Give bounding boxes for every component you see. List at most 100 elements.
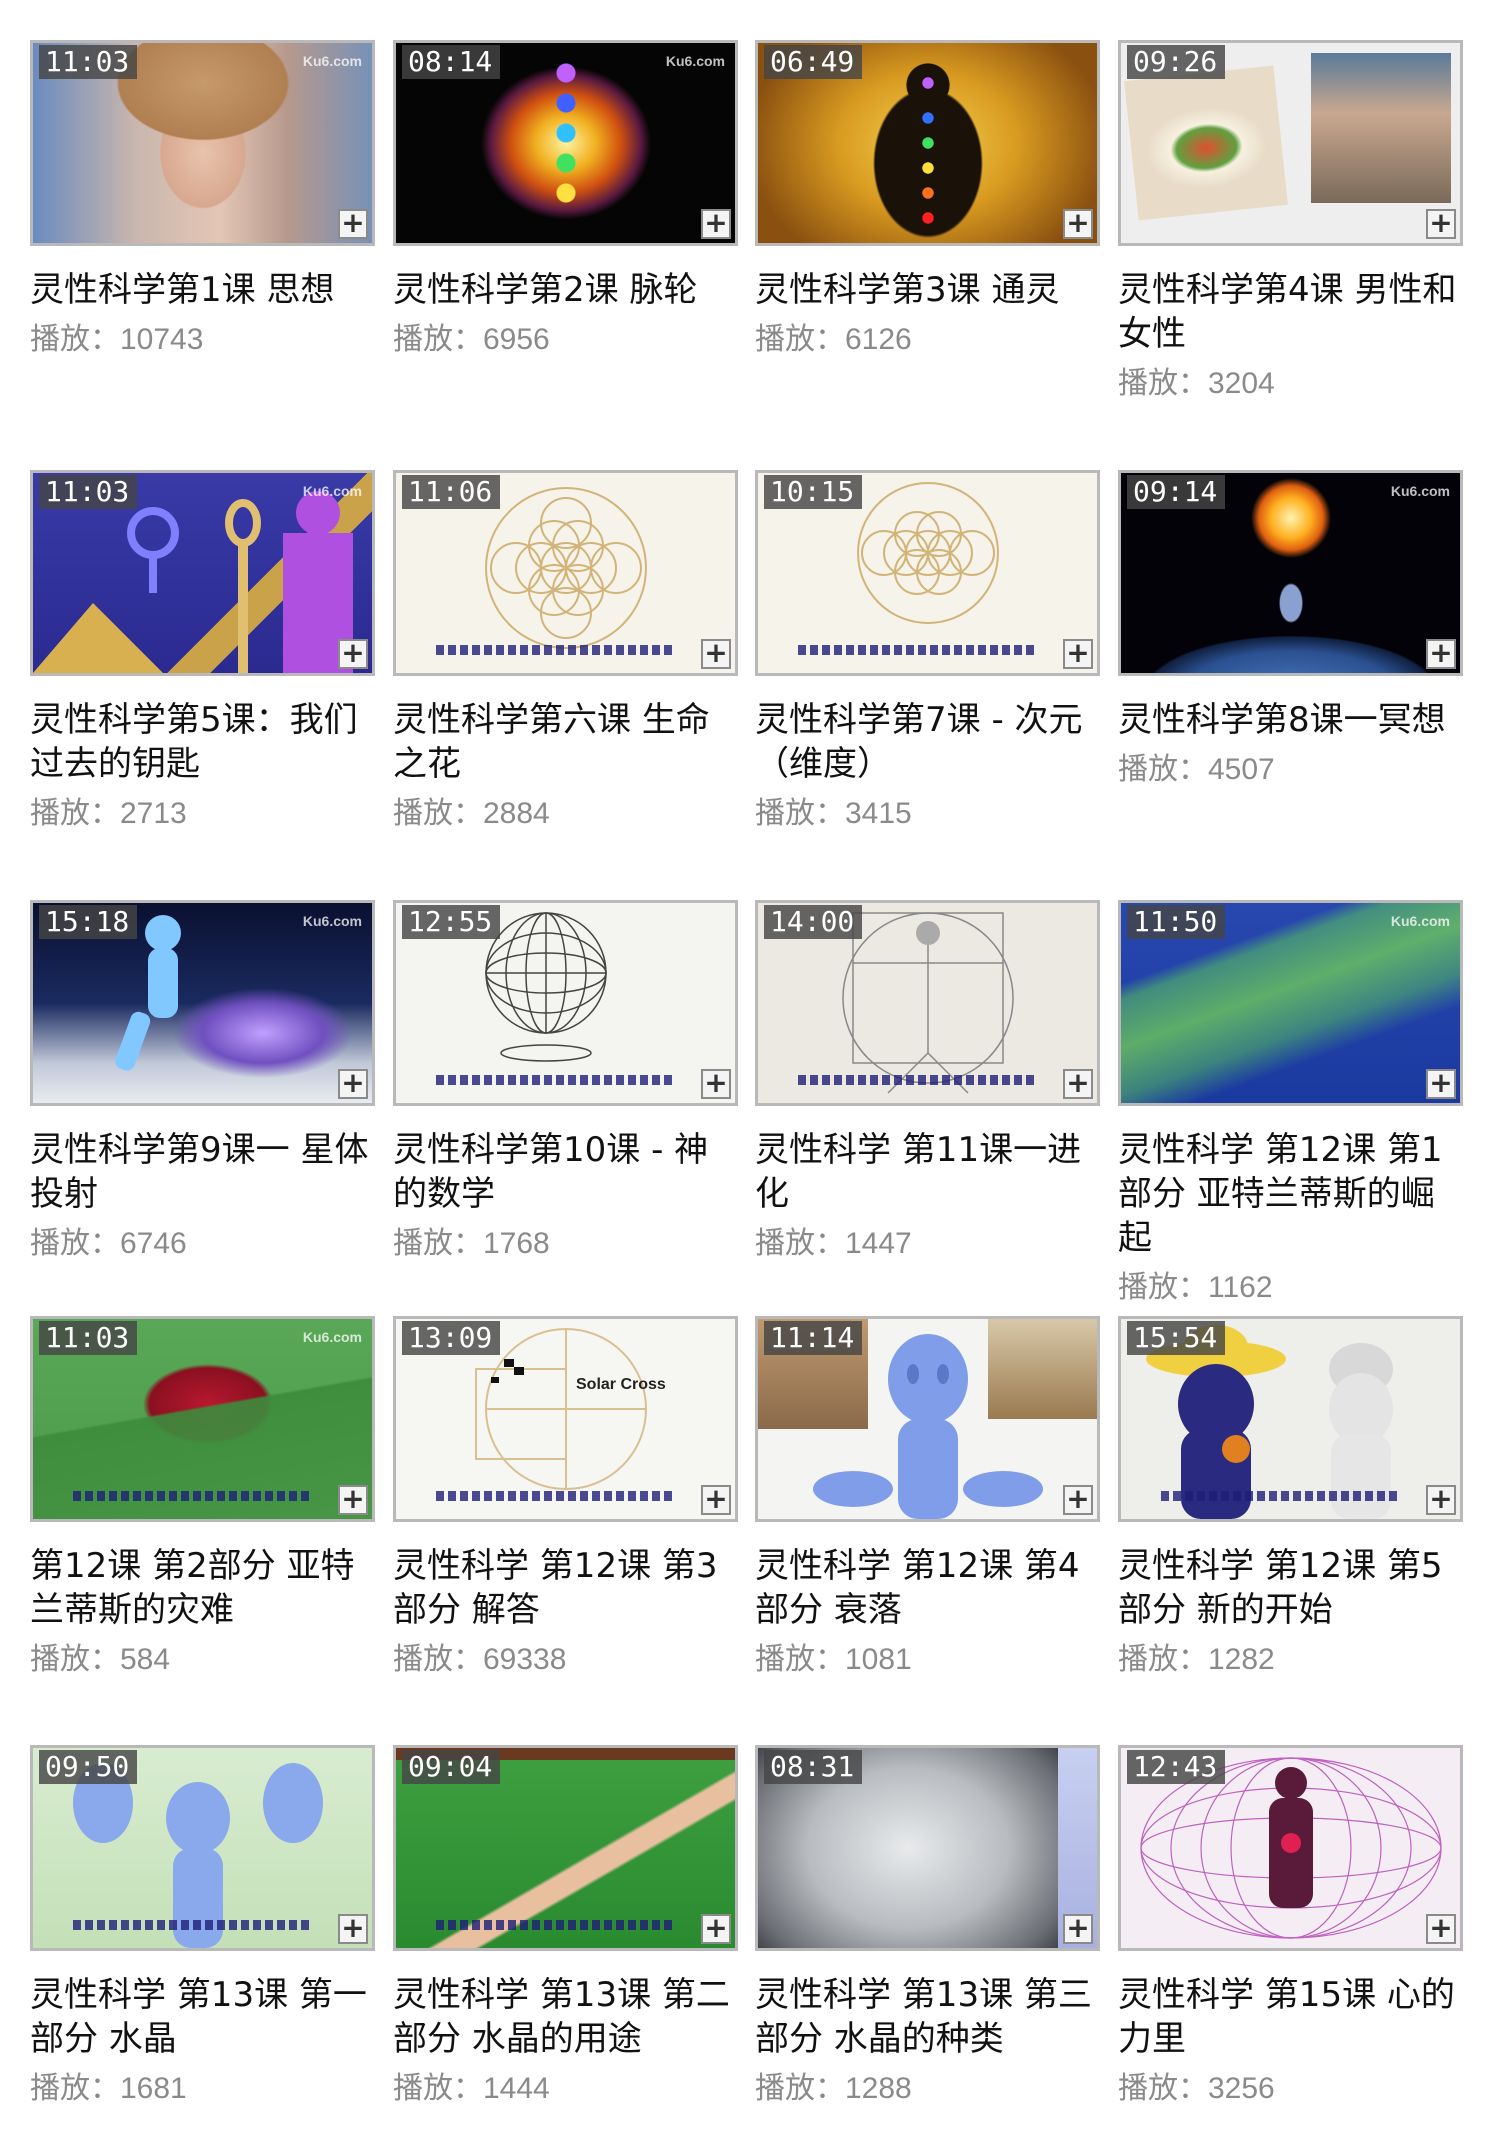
video-thumbnail[interactable]: 12:43 + <box>1118 1745 1463 1951</box>
add-to-playlist-button[interactable]: + <box>338 639 368 669</box>
video-title[interactable]: 灵性科学 第12课 第3部分 解答 <box>393 1544 738 1632</box>
watermark: Ku6.com <box>1390 483 1450 499</box>
subtitle-bar <box>436 1920 675 1930</box>
video-title[interactable]: 灵性科学第六课 生命之花 <box>393 698 738 786</box>
play-count: 播放：6956 <box>393 320 738 360</box>
video-duration: 11:03 <box>39 1321 138 1355</box>
add-to-playlist-button[interactable]: + <box>1426 1914 1456 1944</box>
video-thumbnail[interactable]: Ku6.com 11:50 + <box>1118 900 1463 1106</box>
video-title[interactable]: 灵性科学第10课 - 神的数学 <box>393 1128 738 1216</box>
video-thumbnail[interactable]: 14:00 + <box>755 900 1100 1106</box>
video-title[interactable]: 灵性科学第1课 思想 <box>30 268 375 312</box>
video-title[interactable]: 灵性科学第4课 男性和女性 <box>1118 268 1463 356</box>
video-card[interactable]: 08:31 + 灵性科学 第13课 第三部分 水晶的种类 播放：1288 <box>755 1745 1100 2109</box>
add-to-playlist-button[interactable]: + <box>1426 639 1456 669</box>
video-thumbnail[interactable]: 09:04 + <box>393 1745 738 1951</box>
plays-value: 1162 <box>1208 1271 1273 1304</box>
video-duration: 11:50 <box>1127 905 1226 939</box>
video-thumbnail[interactable]: 12:55 + <box>393 900 738 1106</box>
add-to-playlist-button[interactable]: + <box>1426 1069 1456 1099</box>
plays-value: 6126 <box>845 323 912 356</box>
add-to-playlist-button[interactable]: + <box>338 1069 368 1099</box>
video-thumbnail[interactable]: Ku6.com 15:18 + <box>30 900 375 1106</box>
video-card[interactable]: 15:54 + 灵性科学 第12课 第5部分 新的开始 播放：1282 <box>1118 1316 1463 1680</box>
add-to-playlist-button[interactable]: + <box>701 209 731 239</box>
video-title[interactable]: 灵性科学 第11课一进化 <box>755 1128 1100 1216</box>
plays-label: 播放： <box>393 322 483 357</box>
video-title[interactable]: 灵性科学 第12课 第1部分 亚特兰蒂斯的崛起 <box>1118 1128 1463 1260</box>
video-card[interactable]: 12:43 + 灵性科学 第15课 心的力里 播放：3256 <box>1118 1745 1463 2109</box>
video-thumbnail[interactable]: Ku6.com 11:03 + <box>30 470 375 676</box>
solar-cross-label: Solar Cross <box>576 1376 666 1393</box>
add-to-playlist-button[interactable]: + <box>1426 209 1456 239</box>
video-title[interactable]: 灵性科学 第13课 第一部分 水晶 <box>30 1973 375 2061</box>
add-to-playlist-button[interactable]: + <box>1063 639 1093 669</box>
video-thumbnail[interactable]: 06:49 + <box>755 40 1100 246</box>
video-title[interactable]: 灵性科学 第12课 第4部分 衰落 <box>755 1544 1100 1632</box>
add-to-playlist-button[interactable]: + <box>1063 209 1093 239</box>
add-to-playlist-button[interactable]: + <box>701 639 731 669</box>
video-thumbnail[interactable]: 11:06 + <box>393 470 738 676</box>
video-card[interactable]: Ku6.com 11:03 + 灵性科学第5课：我们过去的钥匙 播放：2713 <box>30 470 375 834</box>
video-title[interactable]: 灵性科学 第12课 第5部分 新的开始 <box>1118 1544 1463 1632</box>
video-title[interactable]: 灵性科学第3课 通灵 <box>755 268 1100 312</box>
plays-label: 播放： <box>30 1642 120 1677</box>
add-to-playlist-button[interactable]: + <box>701 1485 731 1515</box>
plays-value: 1768 <box>483 1227 550 1260</box>
video-card[interactable]: 10:15 + 灵性科学第7课 - 次元（维度） 播放：3415 <box>755 470 1100 834</box>
add-to-playlist-button[interactable]: + <box>1063 1485 1093 1515</box>
add-to-playlist-button[interactable]: + <box>1063 1069 1093 1099</box>
add-to-playlist-button[interactable]: + <box>1426 1485 1456 1515</box>
add-to-playlist-button[interactable]: + <box>338 1485 368 1515</box>
video-thumbnail[interactable]: Ku6.com 09:14 + <box>1118 470 1463 676</box>
video-title[interactable]: 灵性科学 第13课 第二部分 水晶的用途 <box>393 1973 738 2061</box>
add-to-playlist-button[interactable]: + <box>701 1069 731 1099</box>
video-card[interactable]: 06:49 + 灵性科学第3课 通灵 播放：6126 <box>755 40 1100 360</box>
add-to-playlist-button[interactable]: + <box>701 1914 731 1944</box>
video-card[interactable]: Ku6.com 11:03 + 第12课 第2部分 亚特兰蒂斯的灾难 播放：58… <box>30 1316 375 1680</box>
play-count: 播放：6126 <box>755 320 1100 360</box>
video-thumbnail[interactable]: 09:26 + <box>1118 40 1463 246</box>
video-card[interactable]: Ku6.com 08:14 + 灵性科学第2课 脉轮 播放：6956 <box>393 40 738 360</box>
video-thumbnail[interactable]: 10:15 + <box>755 470 1100 676</box>
video-title[interactable]: 灵性科学第9课一 星体投射 <box>30 1128 375 1216</box>
video-card[interactable]: 11:06 + 灵性科学第六课 生命之花 播放：2884 <box>393 470 738 834</box>
video-duration: 06:49 <box>764 45 863 79</box>
video-title[interactable]: 灵性科学 第13课 第三部分 水晶的种类 <box>755 1973 1100 2061</box>
video-title[interactable]: 灵性科学 第15课 心的力里 <box>1118 1973 1463 2061</box>
add-to-playlist-button[interactable]: + <box>338 209 368 239</box>
video-card[interactable]: 09:26 + 灵性科学第4课 男性和女性 播放：3204 <box>1118 40 1463 404</box>
add-to-playlist-button[interactable]: + <box>1063 1914 1093 1944</box>
video-thumbnail[interactable]: Ku6.com 11:03 + <box>30 40 375 246</box>
video-card[interactable]: Ku6.com 09:14 + 灵性科学第8课一冥想 播放：4507 <box>1118 470 1463 790</box>
add-to-playlist-button[interactable]: + <box>338 1914 368 1944</box>
video-title[interactable]: 灵性科学第7课 - 次元（维度） <box>755 698 1100 786</box>
video-card[interactable]: Ku6.com 11:50 + 灵性科学 第12课 第1部分 亚特兰蒂斯的崛起 … <box>1118 900 1463 1308</box>
video-title[interactable]: 灵性科学第5课：我们过去的钥匙 <box>30 698 375 786</box>
subtitle-bar <box>1161 1491 1400 1501</box>
video-title[interactable]: 灵性科学第2课 脉轮 <box>393 268 738 312</box>
video-card[interactable]: Ku6.com 11:03 + 灵性科学第1课 思想 播放：10743 <box>30 40 375 360</box>
video-thumbnail[interactable]: 15:54 + <box>1118 1316 1463 1522</box>
video-card[interactable]: 09:04 + 灵性科学 第13课 第二部分 水晶的用途 播放：1444 <box>393 1745 738 2109</box>
video-card[interactable]: 14:00 + 灵性科学 第11课一进化 播放：1447 <box>755 900 1100 1264</box>
play-count: 播放：584 <box>30 1640 375 1680</box>
video-card[interactable]: Solar Cross 13:09 + 灵性科学 第12课 第3部分 解答 播放… <box>393 1316 738 1680</box>
video-thumbnail[interactable]: Ku6.com 11:03 + <box>30 1316 375 1522</box>
video-thumbnail[interactable]: 09:50 + <box>30 1745 375 1951</box>
video-card[interactable]: 11:14 + 灵性科学 第12课 第4部分 衰落 播放：1081 <box>755 1316 1100 1680</box>
video-duration: 11:03 <box>39 45 138 79</box>
video-title[interactable]: 第12课 第2部分 亚特兰蒂斯的灾难 <box>30 1544 375 1632</box>
video-thumbnail[interactable]: Solar Cross 13:09 + <box>393 1316 738 1522</box>
video-card[interactable]: Ku6.com 15:18 + 灵性科学第9课一 星体投射 播放：6746 <box>30 900 375 1264</box>
plays-label: 播放： <box>755 322 845 357</box>
video-thumbnail[interactable]: Ku6.com 08:14 + <box>393 40 738 246</box>
video-thumbnail[interactable]: 11:14 + <box>755 1316 1100 1522</box>
video-title[interactable]: 灵性科学第8课一冥想 <box>1118 698 1463 742</box>
video-card[interactable]: 12:55 + 灵性科学第10课 - 神的数学 播放：1768 <box>393 900 738 1264</box>
subtitle-bar <box>798 645 1037 655</box>
video-duration: 14:00 <box>764 905 863 939</box>
plays-value: 3256 <box>1208 2072 1275 2105</box>
video-card[interactable]: 09:50 + 灵性科学 第13课 第一部分 水晶 播放：1681 <box>30 1745 375 2109</box>
video-thumbnail[interactable]: 08:31 + <box>755 1745 1100 1951</box>
